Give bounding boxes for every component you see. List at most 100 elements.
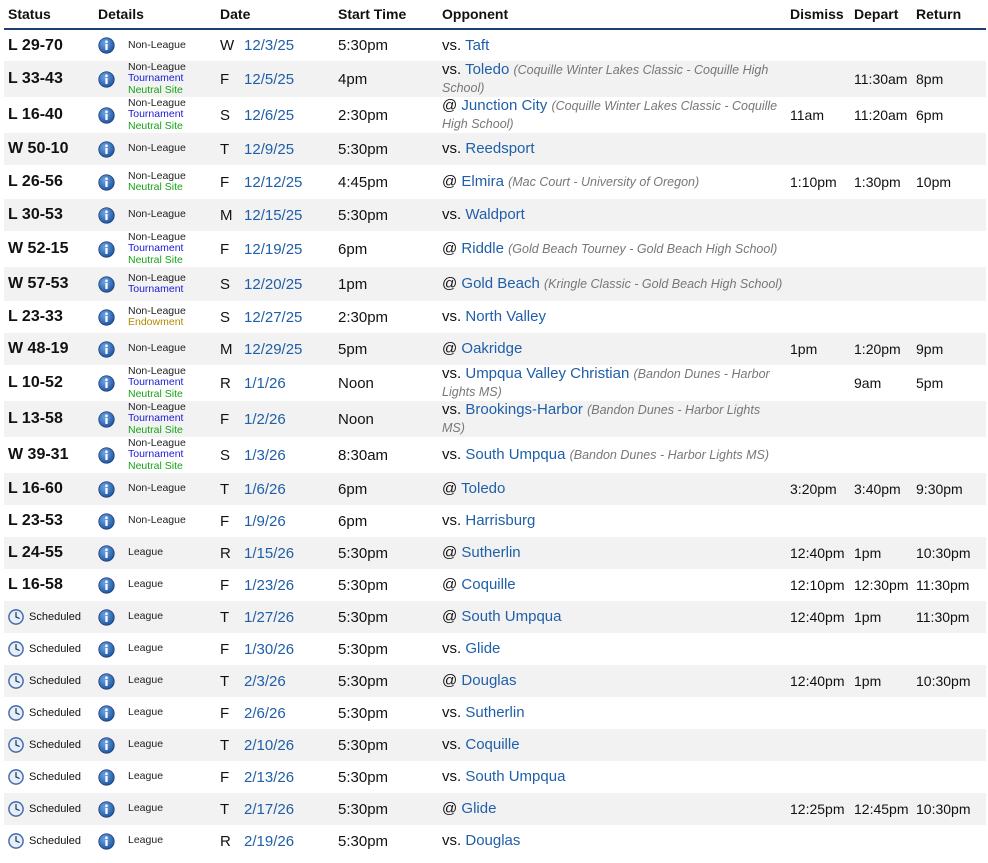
opponent-link[interactable]: South Umpqua [465,768,565,785]
date-link[interactable]: 2/10/26 [244,737,294,754]
info-cell[interactable] [94,133,124,165]
opponent-link[interactable]: Elmira [461,173,504,190]
opponent-link[interactable]: Glide [465,640,500,657]
opponent-link[interactable]: Coquille [465,736,519,753]
date-link[interactable]: 2/19/26 [244,833,294,850]
opponent-link[interactable]: Coquille [461,576,515,593]
info-cell[interactable] [94,365,124,401]
info-icon[interactable] [98,447,115,464]
info-cell[interactable] [94,333,124,365]
date-link[interactable]: 1/1/26 [244,375,286,392]
opponent-link[interactable]: Toledo [465,61,509,78]
info-icon[interactable] [98,174,115,191]
info-cell[interactable] [94,537,124,569]
info-cell[interactable] [94,697,124,729]
date-link[interactable]: 1/2/26 [244,411,286,428]
date-link[interactable]: 12/3/25 [244,37,294,54]
opponent-link[interactable]: Riddle [461,240,504,257]
info-icon[interactable] [98,107,115,124]
info-cell[interactable] [94,601,124,633]
info-cell[interactable] [94,61,124,97]
info-cell[interactable] [94,729,124,761]
info-icon[interactable] [98,141,115,158]
info-icon[interactable] [98,641,115,658]
date-link[interactable]: 12/6/25 [244,107,294,124]
date-link[interactable]: 12/29/25 [244,341,302,358]
date-link[interactable]: 12/9/25 [244,141,294,158]
info-cell[interactable] [94,231,124,267]
info-icon[interactable] [98,375,115,392]
info-cell[interactable] [94,401,124,437]
opponent-link[interactable]: Junction City [461,97,547,114]
opponent-link[interactable]: Sutherlin [465,704,524,721]
date-link[interactable]: 1/9/26 [244,513,286,530]
opponent-link[interactable]: Brookings-Harbor [465,401,583,418]
info-cell[interactable] [94,199,124,231]
info-icon[interactable] [98,705,115,722]
opponent-link[interactable]: South Umpqua [465,446,565,463]
info-icon[interactable] [98,309,115,326]
info-icon[interactable] [98,833,115,850]
info-icon[interactable] [98,71,115,88]
info-cell[interactable] [94,437,124,473]
date-link[interactable]: 1/30/26 [244,641,294,658]
date-link[interactable]: 12/27/25 [244,309,302,326]
opponent-link[interactable]: Harrisburg [465,512,535,529]
date-link[interactable]: 1/15/26 [244,545,294,562]
date-link[interactable]: 12/20/25 [244,276,302,293]
info-cell[interactable] [94,29,124,61]
opponent-link[interactable]: North Valley [465,308,546,325]
opponent-link[interactable]: Taft [465,37,489,54]
info-cell[interactable] [94,505,124,537]
info-cell[interactable] [94,473,124,505]
info-icon[interactable] [98,341,115,358]
info-cell[interactable] [94,165,124,199]
info-icon[interactable] [98,769,115,786]
info-cell[interactable] [94,301,124,333]
info-icon[interactable] [98,37,115,54]
date-link[interactable]: 1/3/26 [244,447,286,464]
date-link[interactable]: 1/23/26 [244,577,294,594]
date-link[interactable]: 2/3/26 [244,673,286,690]
date-link[interactable]: 1/6/26 [244,481,286,498]
info-icon[interactable] [98,801,115,818]
info-icon[interactable] [98,609,115,626]
opponent-link[interactable]: Sutherlin [461,544,520,561]
opponent-link[interactable]: Oakridge [461,340,522,357]
opponent-link[interactable]: Waldport [465,206,524,223]
info-cell[interactable] [94,825,124,857]
opponent-link[interactable]: Douglas [461,672,516,689]
info-cell[interactable] [94,569,124,601]
info-icon[interactable] [98,481,115,498]
info-cell[interactable] [94,267,124,301]
info-cell[interactable] [94,793,124,825]
date-link[interactable]: 2/17/26 [244,801,294,818]
date-link[interactable]: 12/15/25 [244,207,302,224]
opponent-link[interactable]: Glide [461,800,496,817]
date-link[interactable]: 12/12/25 [244,174,302,191]
info-icon[interactable] [98,737,115,754]
opponent-link[interactable]: Umpqua Valley Christian [465,365,629,382]
date-link[interactable]: 2/6/26 [244,705,286,722]
info-icon[interactable] [98,577,115,594]
opponent-link[interactable]: Reedsport [465,140,534,157]
opponent-link[interactable]: Toledo [461,480,505,497]
info-cell[interactable] [94,97,124,133]
info-icon[interactable] [98,276,115,293]
date-link[interactable]: 2/13/26 [244,769,294,786]
opponent-link[interactable]: Gold Beach [461,275,539,292]
date-link[interactable]: 12/19/25 [244,241,302,258]
date-link[interactable]: 1/27/26 [244,609,294,626]
info-icon[interactable] [98,513,115,530]
info-icon[interactable] [98,411,115,428]
info-cell[interactable] [94,633,124,665]
date-link[interactable]: 12/5/25 [244,71,294,88]
info-icon[interactable] [98,545,115,562]
info-icon[interactable] [98,241,115,258]
info-icon[interactable] [98,207,115,224]
info-cell[interactable] [94,665,124,697]
info-cell[interactable] [94,761,124,793]
info-icon[interactable] [98,673,115,690]
opponent-link[interactable]: South Umpqua [461,608,561,625]
opponent-link[interactable]: Douglas [465,832,520,849]
